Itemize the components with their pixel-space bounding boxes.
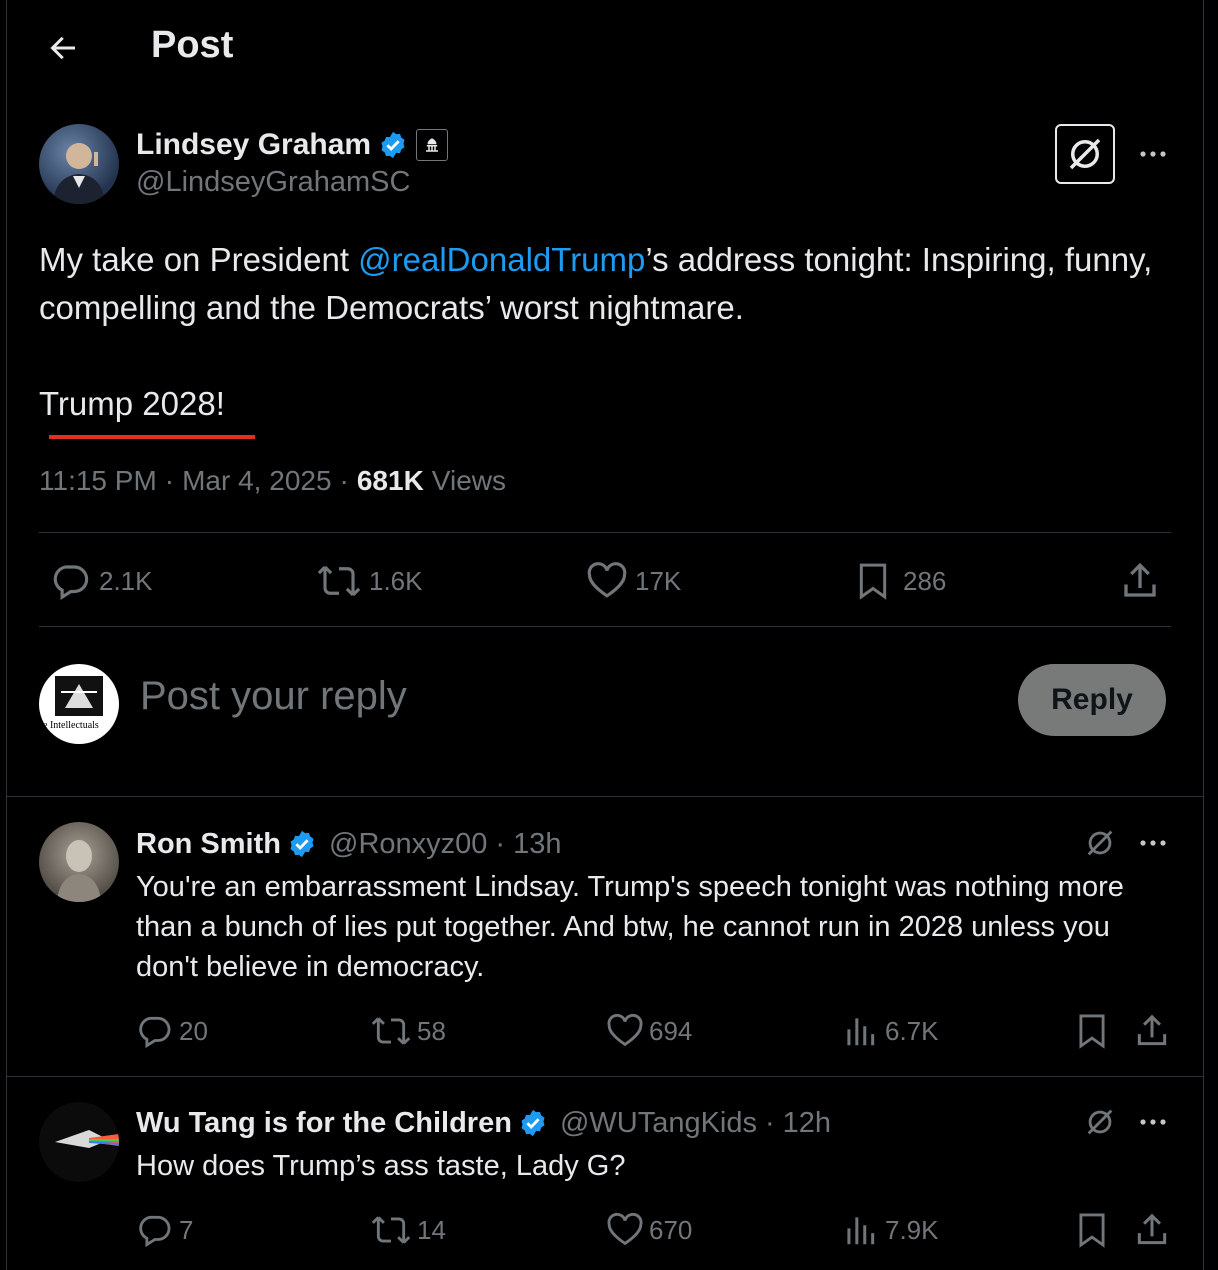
like-action[interactable]: 670 xyxy=(605,1211,692,1249)
mention-link[interactable]: @realDonaldTrump xyxy=(358,241,645,278)
post-text-part-1: My take on President xyxy=(39,241,359,278)
author-handle[interactable]: @LindseyGrahamSC xyxy=(136,166,410,199)
reply-author-handle[interactable]: @WUTangKids xyxy=(560,1107,757,1140)
reply-author-name[interactable]: Wu Tang is for the Children xyxy=(136,1107,512,1140)
repost-action[interactable]: 1.6K xyxy=(315,560,423,602)
bookmark-icon[interactable] xyxy=(1073,1211,1111,1249)
author-avatar[interactable] xyxy=(39,124,119,204)
reply-action[interactable]: 2.1K xyxy=(49,560,153,602)
divider xyxy=(39,626,1171,627)
like-action[interactable]: 694 xyxy=(605,1012,692,1050)
grok-icon[interactable] xyxy=(1055,124,1115,184)
repost-icon xyxy=(315,560,363,602)
divider xyxy=(39,532,1171,533)
repost-count: 14 xyxy=(417,1214,446,1245)
views-action[interactable]: 6.7K xyxy=(841,1012,939,1050)
analytics-icon xyxy=(841,1211,879,1249)
share-icon[interactable] xyxy=(1119,560,1161,602)
reply-input[interactable]: Post your reply xyxy=(140,674,407,719)
views-count: 7.9K xyxy=(885,1214,939,1245)
reply-count: 20 xyxy=(179,1015,208,1046)
reply-author-handle[interactable]: @Ronxyz00 xyxy=(329,828,487,861)
reply-author-name[interactable]: Ron Smith xyxy=(136,828,281,861)
divider xyxy=(7,1076,1203,1077)
reply-icon xyxy=(49,560,91,602)
grok-icon[interactable] xyxy=(1083,1105,1117,1139)
more-options-icon[interactable] xyxy=(1137,1108,1169,1136)
bookmark-count: 286 xyxy=(903,565,947,596)
reply-count: 7 xyxy=(179,1214,194,1245)
reply-action[interactable]: 20 xyxy=(135,1012,208,1050)
post-date[interactable]: Mar 4, 2025 xyxy=(182,465,331,497)
like-count: 17K xyxy=(635,565,682,596)
repost-icon xyxy=(369,1012,413,1050)
reply-time[interactable]: 12h xyxy=(783,1107,831,1140)
heart-icon xyxy=(585,560,629,602)
red-underline xyxy=(49,435,255,439)
post-text: My take on President @realDonaldTrump’s … xyxy=(39,236,1159,332)
share-icon[interactable] xyxy=(1133,1211,1171,1249)
back-arrow-icon[interactable] xyxy=(45,30,81,66)
views-count: 681K xyxy=(356,465,424,496)
repost-count: 1.6K xyxy=(369,565,423,596)
government-affiliation-icon xyxy=(416,129,449,161)
reply-header: Wu Tang is for the Children @WUTangKids … xyxy=(136,1106,832,1140)
like-count: 694 xyxy=(649,1015,693,1046)
post-text-line-2: Trump 2028! xyxy=(39,385,225,422)
post-page: Post Lindsey Graham @LindseyGrahamSC My … xyxy=(6,0,1204,1270)
bookmark-icon[interactable] xyxy=(1073,1012,1111,1050)
bookmark-icon xyxy=(853,560,893,602)
reply-time[interactable]: 13h xyxy=(513,828,561,861)
heart-icon xyxy=(605,1211,645,1249)
more-options-icon[interactable] xyxy=(1137,140,1169,168)
reply-button[interactable]: Reply xyxy=(1018,664,1166,736)
views-count: 6.7K xyxy=(885,1015,939,1046)
grok-icon[interactable] xyxy=(1083,826,1117,860)
repost-action[interactable]: 58 xyxy=(369,1012,446,1050)
top-bar: Post xyxy=(7,0,1203,95)
views-action[interactable]: 7.9K xyxy=(841,1211,939,1249)
divider xyxy=(7,796,1203,797)
repost-count: 58 xyxy=(417,1015,446,1046)
reply-avatar[interactable] xyxy=(39,822,119,902)
verified-badge-icon xyxy=(287,829,317,859)
repost-action[interactable]: 14 xyxy=(369,1211,446,1249)
reply-icon xyxy=(135,1211,173,1249)
more-options-icon[interactable] xyxy=(1137,829,1169,857)
views-label: Views xyxy=(431,465,506,496)
reply-count: 2.1K xyxy=(99,565,153,596)
like-count: 670 xyxy=(649,1214,693,1245)
reply-text: How does Trump’s ass taste, Lady G? xyxy=(136,1150,626,1182)
author-name[interactable]: Lindsey Graham xyxy=(136,128,371,162)
reply-text: You're an embarrassment Lindsay. Trump's… xyxy=(136,871,1124,983)
user-avatar-text: e Intellectuals xyxy=(43,720,99,731)
post-time[interactable]: 11:15 PM xyxy=(39,465,157,497)
page-title: Post xyxy=(151,24,234,66)
reply-header: Ron Smith @Ronxyz00 · 13h xyxy=(136,827,562,861)
heart-icon xyxy=(605,1012,645,1050)
repost-icon xyxy=(369,1211,413,1249)
user-avatar[interactable]: e Intellectuals xyxy=(39,664,119,744)
verified-badge-icon xyxy=(378,130,408,160)
reply-avatar[interactable] xyxy=(39,1102,119,1182)
post-metadata: 11:15 PM · Mar 4, 2025 · 681K Views xyxy=(39,465,506,497)
verified-badge-icon xyxy=(518,1108,548,1138)
share-icon[interactable] xyxy=(1133,1012,1171,1050)
analytics-icon xyxy=(841,1012,879,1050)
like-action[interactable]: 17K xyxy=(585,560,681,602)
author-name-row: Lindsey Graham xyxy=(136,126,449,164)
reply-icon xyxy=(135,1012,173,1050)
reply-action[interactable]: 7 xyxy=(135,1211,193,1249)
bookmark-action[interactable]: 286 xyxy=(853,560,946,602)
